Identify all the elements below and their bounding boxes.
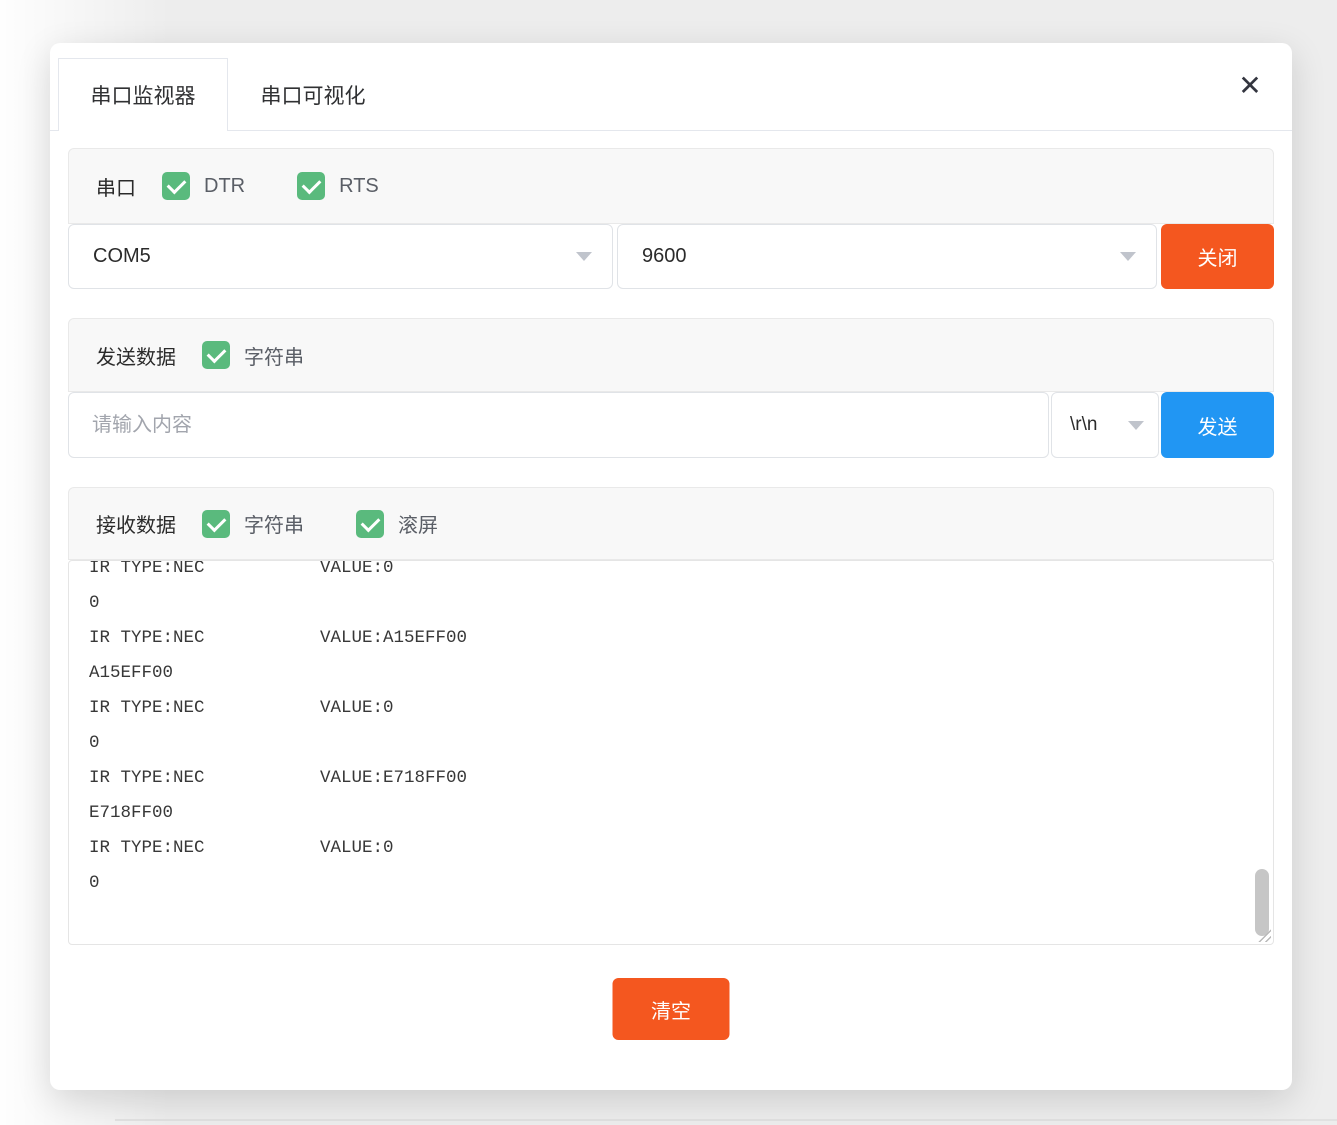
baud-rate-select[interactable]: 9600: [617, 224, 1157, 289]
receive-data-section: 接收数据 字符串 滚屏 IR TYPE:NEC VALUE:0 0 IR TYP…: [68, 487, 1274, 945]
send-string-checkbox-label: 字符串: [244, 341, 304, 370]
autoscroll-checkbox[interactable]: [356, 510, 384, 538]
send-data-section: 发送数据 字符串 \r\n 发送: [68, 318, 1274, 458]
baud-rate-select-value: 9600: [642, 245, 1120, 268]
send-content-input[interactable]: [68, 392, 1049, 458]
send-string-checkbox[interactable]: [202, 341, 230, 369]
serial-port-section: 串口 DTR RTS COM5 9600 关闭: [68, 148, 1274, 289]
send-data-header: 发送数据 字符串: [68, 318, 1274, 392]
send-string-checkbox-item: 字符串: [202, 341, 304, 370]
port-select[interactable]: COM5: [68, 224, 613, 289]
receive-data-title: 接收数据: [96, 509, 176, 538]
serial-port-header: 串口 DTR RTS: [68, 148, 1274, 224]
clear-button[interactable]: 清空: [613, 978, 730, 1040]
chevron-down-icon: [1128, 421, 1144, 430]
tab-serial-monitor-label: 串口监视器: [91, 80, 196, 110]
serial-port-controls: COM5 9600 关闭: [68, 224, 1274, 289]
send-button[interactable]: 发送: [1161, 392, 1274, 458]
serial-monitor-dialog: 串口监视器 串口可视化 ✕ 串口 DTR RTS COM5 9600: [50, 43, 1292, 1090]
dtr-checkbox-label: DTR: [204, 175, 245, 198]
receive-string-checkbox[interactable]: [202, 510, 230, 538]
close-icon[interactable]: ✕: [1226, 61, 1274, 109]
chevron-down-icon: [1120, 252, 1136, 261]
receive-string-checkbox-label: 字符串: [244, 509, 304, 538]
backdrop-bottom-line: [115, 1119, 1337, 1121]
receive-data-text: IR TYPE:NEC VALUE:0 0 IR TYPE:NEC VALUE:…: [69, 560, 1273, 901]
receive-data-header: 接收数据 字符串 滚屏: [68, 487, 1274, 560]
dtr-checkbox-item: DTR: [162, 172, 245, 200]
receive-string-checkbox-item: 字符串: [202, 509, 304, 538]
send-data-controls: \r\n 发送: [68, 392, 1274, 458]
close-port-button[interactable]: 关闭: [1161, 224, 1274, 289]
receive-data-textarea[interactable]: IR TYPE:NEC VALUE:0 0 IR TYPE:NEC VALUE:…: [68, 560, 1274, 945]
line-ending-value: \r\n: [1070, 414, 1128, 436]
tab-serial-monitor[interactable]: 串口监视器: [58, 58, 228, 131]
autoscroll-checkbox-label: 滚屏: [398, 509, 438, 538]
rts-checkbox-item: RTS: [297, 172, 379, 200]
tab-serial-visualization-label: 串口可视化: [261, 80, 366, 110]
tab-serial-visualization[interactable]: 串口可视化: [228, 58, 398, 131]
dtr-checkbox[interactable]: [162, 172, 190, 200]
autoscroll-checkbox-item: 滚屏: [356, 509, 438, 538]
rts-checkbox[interactable]: [297, 172, 325, 200]
scrollbar-thumb[interactable]: [1255, 869, 1269, 936]
serial-port-title: 串口: [96, 172, 136, 201]
line-ending-select[interactable]: \r\n: [1051, 392, 1159, 458]
rts-checkbox-label: RTS: [339, 175, 379, 198]
port-select-value: COM5: [93, 245, 576, 268]
chevron-down-icon: [576, 252, 592, 261]
send-data-title: 发送数据: [96, 341, 176, 370]
